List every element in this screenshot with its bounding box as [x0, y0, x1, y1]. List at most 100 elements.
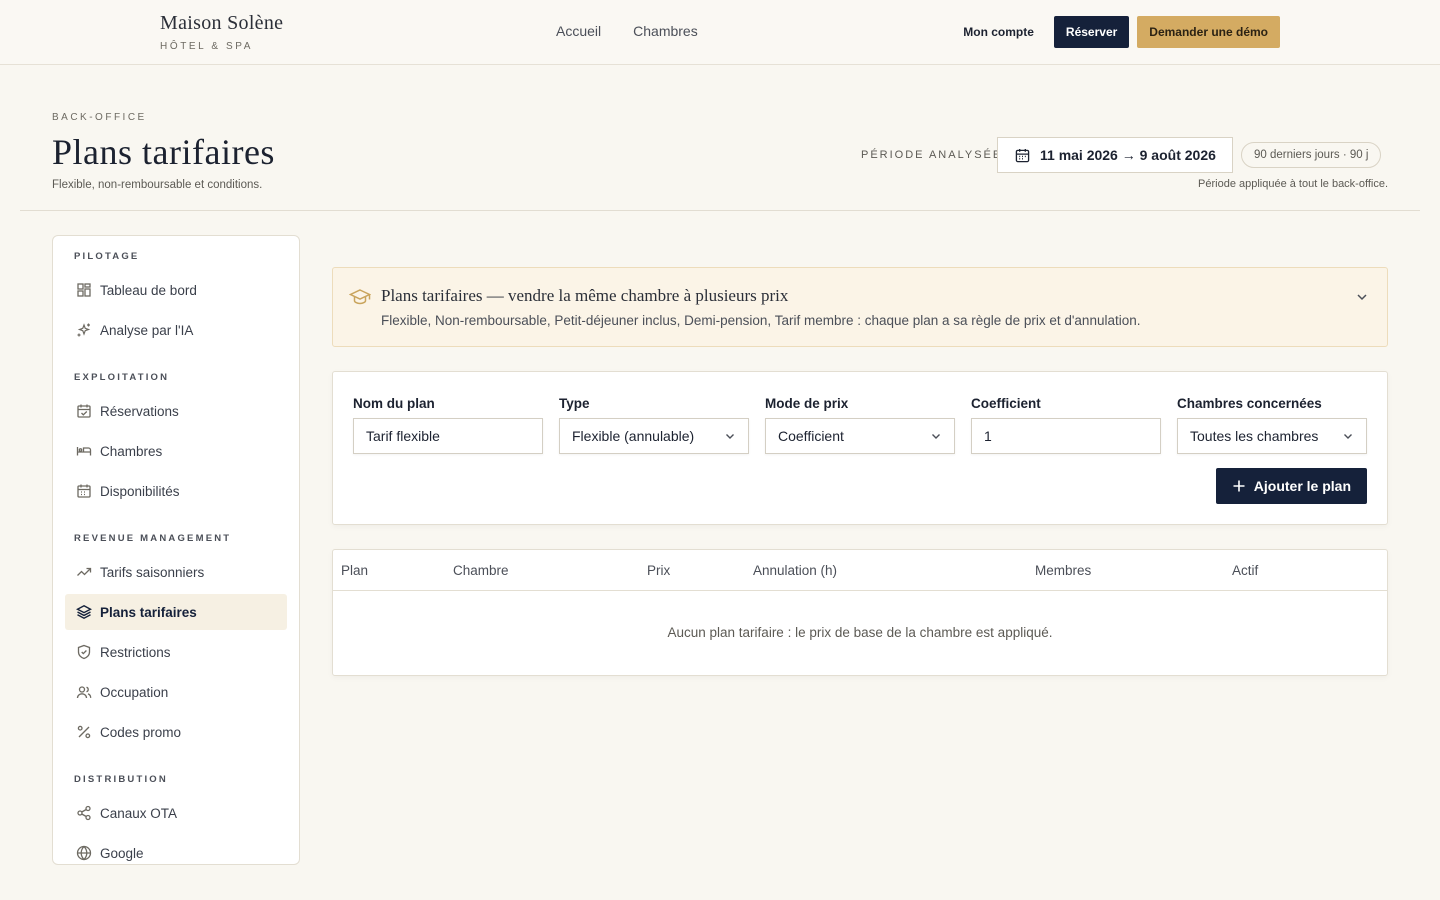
column-chambre[interactable]: Chambre: [453, 563, 509, 578]
sidebar-item-label: Restrictions: [100, 644, 171, 660]
sidebar-item-canaux-ota[interactable]: Canaux OTA: [65, 795, 287, 831]
sidebar-item-disponibilites[interactable]: Disponibilités: [65, 473, 287, 509]
rooms-field: Chambres concernées Toutes les chambres: [1177, 396, 1367, 454]
trend-up-icon: [77, 567, 92, 576]
chevron-down-icon: [726, 434, 734, 439]
layers-icon: [76, 605, 92, 619]
coefficient-field: Coefficient 1: [971, 396, 1161, 454]
nav-link-accueil[interactable]: Accueil: [556, 23, 601, 39]
rooms-value: Toutes les chambres: [1190, 428, 1319, 444]
sidebar-item-reservations[interactable]: Réservations: [65, 393, 287, 429]
rooms-select[interactable]: Toutes les chambres: [1177, 418, 1367, 454]
period-picker[interactable]: 11 mai 2026 → 9 août 2026: [997, 137, 1233, 173]
sidebar-item-label: Disponibilités: [100, 483, 180, 499]
brand-subtitle: HÔTEL & SPA: [160, 41, 254, 52]
sidebar-item-analyse-ia[interactable]: Analyse par l'IA: [65, 312, 287, 348]
plan-type-field: Type Flexible (annulable): [559, 396, 749, 454]
calendar-icon: [1015, 148, 1030, 162]
top-navbar: Maison Solène HÔTEL & SPA Accueil Chambr…: [0, 0, 1440, 65]
users-icon: [76, 686, 92, 699]
brand-logo[interactable]: Maison Solène HÔTEL & SPA: [160, 12, 283, 52]
sidebar-item-codes-promo[interactable]: Codes promo: [65, 714, 287, 750]
sidebar-section-exploitation: EXPLOITATION: [74, 371, 170, 383]
sidebar-item-label: Réservations: [100, 403, 179, 419]
sidebar-item-label: Tarifs saisonniers: [100, 564, 205, 580]
banner-text: Flexible, Non-remboursable, Petit-déjeun…: [381, 313, 1141, 328]
plan-type-select[interactable]: Flexible (annulable): [559, 418, 749, 454]
graduation-cap-icon: [349, 289, 371, 305]
brand-name: Maison Solène: [160, 12, 284, 34]
page-eyebrow: BACK-OFFICE: [52, 112, 147, 123]
shield-check-icon: [77, 644, 91, 660]
price-mode-field: Mode de prix Coefficient: [765, 396, 955, 454]
account-link[interactable]: Mon compte: [951, 25, 1046, 39]
info-banner[interactable]: Plans tarifaires — vendre la même chambr…: [332, 267, 1388, 347]
sidebar-section-revenue-management: REVENUE MANAGEMENT: [74, 532, 232, 544]
period-note: Période appliquée à tout le back-office.: [1198, 178, 1388, 190]
plan-type-label: Type: [559, 396, 590, 411]
calendar-grid-icon: [77, 484, 91, 498]
rooms-label: Chambres concernées: [1177, 396, 1322, 411]
period-label: PÉRIODE ANALYSÉE: [861, 149, 1003, 161]
add-plan-button[interactable]: Ajouter le plan: [1215, 468, 1367, 504]
coefficient-value: 1: [984, 428, 992, 444]
sidebar-item-occupation[interactable]: Occupation: [65, 674, 287, 710]
sidebar-item-restrictions[interactable]: Restrictions: [65, 634, 287, 670]
period-chip[interactable]: 90 derniers jours · 90 j: [1241, 142, 1382, 168]
plan-form: Nom du plan Tarif flexible Type Flexible…: [332, 371, 1388, 525]
price-mode-label: Mode de prix: [765, 396, 849, 411]
column-plan[interactable]: Plan: [341, 563, 368, 578]
price-mode-select[interactable]: Coefficient: [765, 418, 955, 454]
sidebar-item-label: Canaux OTA: [100, 805, 178, 821]
price-mode-value: Coefficient: [778, 428, 844, 444]
coefficient-input[interactable]: 1: [971, 418, 1161, 454]
page-header: BACK-OFFICE Plans tarifaires Flexible, n…: [20, 65, 1420, 211]
column-annulation[interactable]: Annulation (h): [753, 563, 837, 578]
chevron-down-icon[interactable]: [1355, 290, 1369, 304]
sidebar-section-distribution: DISTRIBUTION: [74, 773, 168, 785]
table-header: Plan Chambre Prix Annulation (h) Membres…: [333, 550, 1387, 591]
coefficient-label: Coefficient: [971, 396, 1041, 411]
sidebar-item-label: Tableau de bord: [100, 282, 197, 298]
add-plan-label: Ajouter le plan: [1253, 478, 1351, 494]
bed-icon: [76, 447, 92, 456]
sidebar-item-google[interactable]: Google: [65, 835, 287, 871]
reserve-button[interactable]: Réserver: [1053, 16, 1130, 48]
table-empty-state: Aucun plan tarifaire : le prix de base d…: [667, 625, 1053, 640]
share-icon: [77, 805, 91, 821]
plan-name-input[interactable]: Tarif flexible: [353, 418, 543, 454]
page-subtitle: Flexible, non-remboursable et conditions…: [52, 179, 263, 191]
sparkles-icon: [77, 323, 91, 337]
plan-name-label: Nom du plan: [353, 396, 435, 411]
column-membres[interactable]: Membres: [1035, 563, 1091, 578]
plan-name-value: Tarif flexible: [366, 428, 440, 444]
plus-icon: [1233, 480, 1245, 492]
sidebar-item-label: Plans tarifaires: [100, 604, 197, 620]
sidebar-item-label: Occupation: [100, 684, 169, 700]
sidebar-item-label: Chambres: [100, 443, 163, 459]
sidebar-item-tarifs-saisonniers[interactable]: Tarifs saisonniers: [65, 554, 287, 590]
plan-name-field: Nom du plan Tarif flexible: [353, 396, 543, 454]
globe-icon: [76, 845, 92, 861]
plan-type-value: Flexible (annulable): [572, 428, 695, 444]
sidebar-item-label: Codes promo: [100, 724, 182, 740]
banner-title: Plans tarifaires — vendre la même chambr…: [381, 286, 789, 305]
plans-table: Plan Chambre Prix Annulation (h) Membres…: [332, 549, 1388, 676]
column-prix[interactable]: Prix: [647, 563, 670, 578]
page-title: Plans tarifaires: [52, 132, 275, 172]
sidebar: PILOTAGE Tableau de bord Analyse par l'I…: [52, 235, 300, 865]
sidebar-item-label: Analyse par l'IA: [100, 322, 194, 338]
sidebar-section-pilotage: PILOTAGE: [74, 250, 140, 262]
main-nav: Accueil Chambres: [556, 23, 698, 39]
sidebar-item-label: Google: [100, 845, 144, 861]
sidebar-item-tableau-de-bord[interactable]: Tableau de bord: [65, 272, 287, 308]
chevron-down-icon: [932, 434, 940, 439]
request-demo-button[interactable]: Demander une démo: [1137, 16, 1280, 48]
column-actif[interactable]: Actif: [1232, 563, 1258, 578]
sidebar-item-plans-tarifaires[interactable]: Plans tarifaires: [65, 594, 287, 630]
calendar-check-icon: [77, 404, 91, 418]
percent-icon: [77, 725, 91, 739]
dashboard-icon: [77, 283, 91, 297]
sidebar-item-chambres[interactable]: Chambres: [65, 433, 287, 469]
nav-link-chambres[interactable]: Chambres: [633, 23, 698, 39]
